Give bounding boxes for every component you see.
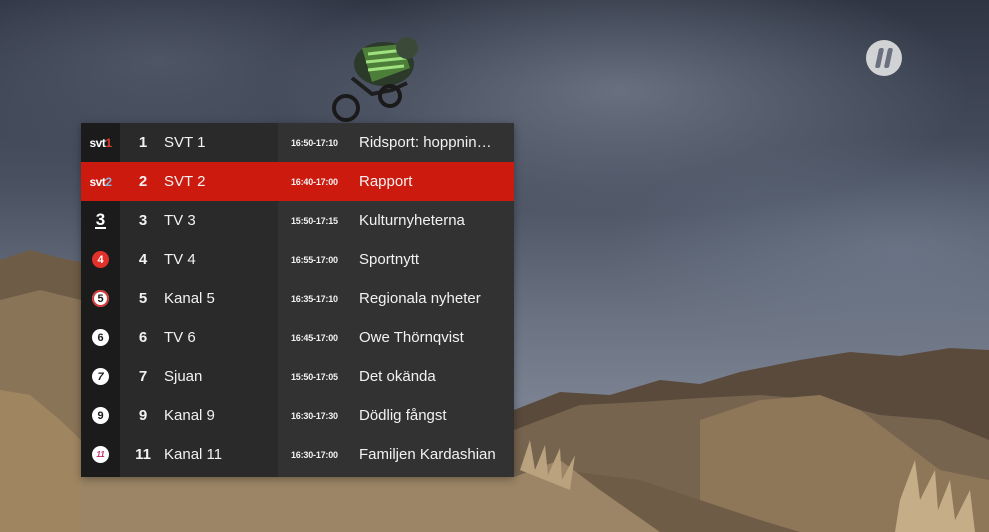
- channel-name: Kanal 9: [164, 407, 215, 424]
- program-title: Det okända: [359, 368, 436, 385]
- kanal5-logo-icon: 5: [81, 279, 120, 318]
- program-time: 16:45-17:00: [291, 333, 338, 343]
- program-time: 16:30-17:30: [291, 411, 338, 421]
- channel-row-svt2[interactable]: svt2 2 SVT 2 16:40-17:00 Rapport: [81, 162, 514, 201]
- channel-number: 1: [138, 134, 148, 151]
- biker-figure: [332, 37, 418, 122]
- channel-row-tv3[interactable]: 3 3 TV 3 15:50-17:15 Kulturnyheterna: [81, 201, 514, 240]
- channel-name: SVT 1: [164, 134, 206, 151]
- channel-name: TV 3: [164, 212, 196, 229]
- program-title: Owe Thörnqvist: [359, 329, 464, 346]
- program-time: 16:50-17:10: [291, 138, 338, 148]
- kanal11-logo-icon: 11: [81, 435, 120, 474]
- channel-row-kanal9[interactable]: 9 9 Kanal 9 16:30-17:30 Dödlig fångst: [81, 396, 514, 435]
- channel-row-svt1[interactable]: svt1 1 SVT 1 16:50-17:10 Ridsport: hoppn…: [81, 123, 514, 162]
- channel-name: SVT 2: [164, 173, 206, 190]
- channel-list-panel: svt1 1 SVT 1 16:50-17:10 Ridsport: hoppn…: [81, 123, 514, 477]
- program-title: Dödlig fångst: [359, 407, 447, 424]
- channel-row-kanal11[interactable]: 11 11 Kanal 11 16:30-17:00 Familjen Kard…: [81, 435, 514, 474]
- channel-row-kanal5[interactable]: 5 5 Kanal 5 16:35-17:10 Regionala nyhete…: [81, 279, 514, 318]
- channel-number: 2: [138, 173, 148, 190]
- program-time: 15:50-17:05: [291, 372, 338, 382]
- channel-number: 5: [138, 290, 148, 307]
- channel-name: Kanal 5: [164, 290, 215, 307]
- channel-number: 3: [138, 212, 148, 229]
- tv-screen: svt1 1 SVT 1 16:50-17:10 Ridsport: hoppn…: [0, 0, 989, 532]
- channel-name: TV 4: [164, 251, 196, 268]
- channel-row-tv4[interactable]: 4 4 TV 4 16:55-17:00 Sportnytt: [81, 240, 514, 279]
- svt1-logo-icon: svt1: [89, 135, 112, 150]
- svt2-logo-icon: svt2: [89, 174, 112, 189]
- channel-number: 6: [138, 329, 148, 346]
- sjuan-logo-icon: 7: [81, 357, 120, 396]
- channel-name: TV 6: [164, 329, 196, 346]
- program-title: Familjen Kardashian: [359, 446, 496, 463]
- channel-row-sjuan[interactable]: 7 7 Sjuan 15:50-17:05 Det okända: [81, 357, 514, 396]
- tv-channel-watermark-icon: [866, 40, 902, 76]
- channel-number: 9: [138, 407, 148, 424]
- program-title: Ridsport: hoppnin…: [359, 134, 492, 151]
- program-time: 16:40-17:00: [291, 177, 338, 187]
- program-title: Rapport: [359, 173, 413, 190]
- program-time: 15:50-17:15: [291, 216, 338, 226]
- program-time: 16:30-17:00: [291, 450, 338, 460]
- channel-number: 11: [135, 446, 151, 463]
- channel-name: Kanal 11: [164, 446, 223, 463]
- program-time: 16:55-17:00: [291, 255, 338, 265]
- channel-row-tv6[interactable]: 6 6 TV 6 16:45-17:00 Owe Thörnqvist: [81, 318, 514, 357]
- program-title: Regionala nyheter: [359, 290, 481, 307]
- tv4-logo-icon: 4: [81, 240, 120, 279]
- program-title: Kulturnyheterna: [359, 212, 465, 229]
- channel-number: 7: [138, 368, 148, 385]
- kanal9-logo-icon: 9: [81, 396, 120, 435]
- channel-number: 4: [138, 251, 148, 268]
- tv3-logo-icon: 3: [94, 210, 107, 229]
- channel-name: Sjuan: [164, 368, 203, 385]
- program-title: Sportnytt: [359, 251, 420, 268]
- program-time: 16:35-17:10: [291, 294, 338, 304]
- tv6-logo-icon: 6: [81, 318, 120, 357]
